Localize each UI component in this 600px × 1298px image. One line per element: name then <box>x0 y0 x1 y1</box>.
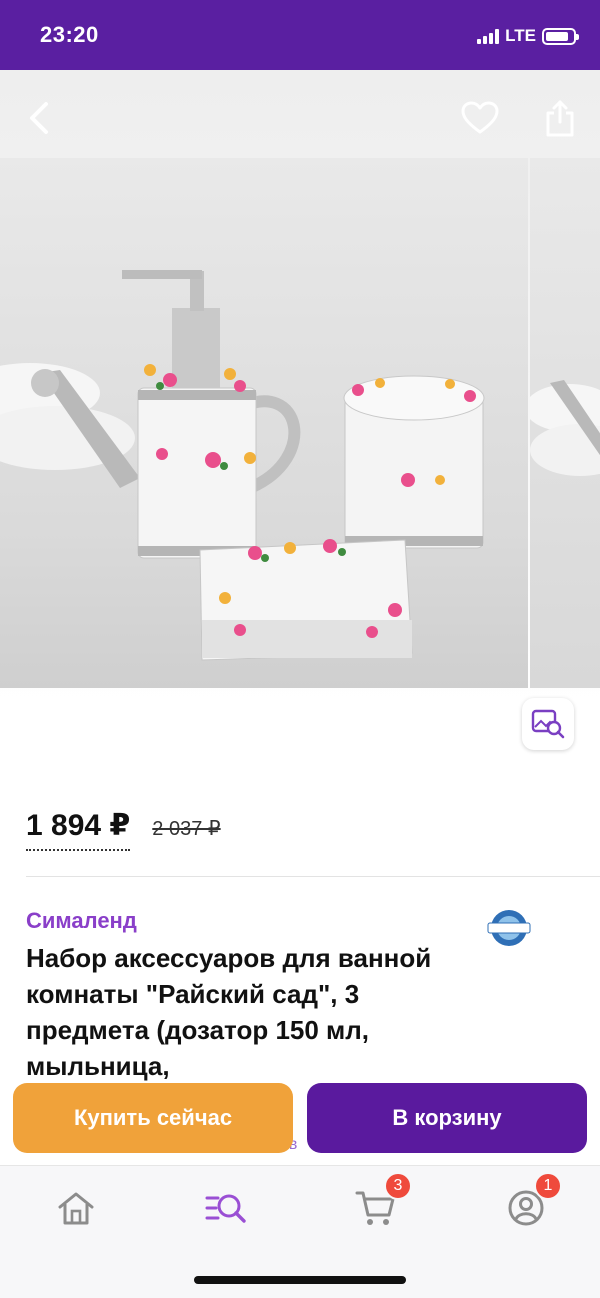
network-type: LTE <box>505 26 536 45</box>
tab-catalog[interactable] <box>202 1184 250 1232</box>
catalog-search-icon <box>205 1194 246 1223</box>
cart-badge: 3 <box>384 1172 412 1200</box>
status-time: 23:20 <box>40 22 99 47</box>
seller-link[interactable]: Сималенд <box>26 908 137 934</box>
tab-profile[interactable]: 1 <box>502 1172 562 1232</box>
price-row: 1 894 ₽ 2 037 ₽ <box>26 808 221 851</box>
seller-logo[interactable] <box>486 906 532 950</box>
next-image-illustration <box>530 380 600 476</box>
product-title: Набор аксессуаров для ванной комнаты "Ра… <box>26 943 432 1081</box>
divider <box>26 876 600 877</box>
image-search-icon <box>531 709 565 739</box>
battery-icon <box>542 27 579 45</box>
add-to-cart-button[interactable]: В корзину <box>307 1083 587 1153</box>
heart-icon <box>461 101 499 134</box>
share-button[interactable] <box>538 96 582 140</box>
bathroom-set-illustration <box>0 270 485 661</box>
product-image[interactable] <box>0 158 528 688</box>
signal-icon <box>477 28 500 44</box>
profile-badge: 1 <box>534 1172 562 1200</box>
next-image-preview[interactable] <box>530 158 600 688</box>
seller-logo-image <box>487 910 531 946</box>
back-button[interactable] <box>18 96 62 140</box>
tab-bar: 3 1 <box>0 1165 600 1298</box>
back-arrow-icon <box>30 102 48 134</box>
price-current[interactable]: 1 894 ₽ <box>26 808 131 851</box>
product-gallery[interactable] <box>0 70 600 775</box>
tab-cart[interactable]: 3 <box>352 1172 412 1232</box>
home-icon <box>58 1192 94 1225</box>
favorite-button[interactable] <box>458 96 502 140</box>
image-search-button[interactable] <box>522 698 574 750</box>
share-icon <box>546 100 574 137</box>
price-old: 2 037 ₽ <box>152 818 221 840</box>
home-indicator <box>194 1276 406 1284</box>
tab-home[interactable] <box>52 1184 100 1232</box>
buy-now-button[interactable]: Купить сейчас <box>13 1083 293 1153</box>
status-indicators: LTE <box>477 26 579 46</box>
status-bar: 23:20 LTE <box>0 0 600 70</box>
